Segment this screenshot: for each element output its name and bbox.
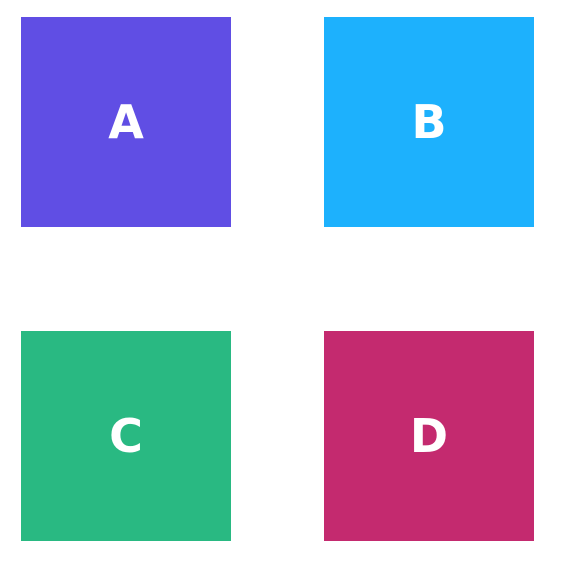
tile-c[interactable]: C: [21, 331, 231, 541]
tile-a-label: A: [108, 95, 144, 149]
tile-b-label: B: [411, 95, 447, 149]
tile-a[interactable]: A: [21, 17, 231, 227]
tile-c-label: C: [109, 409, 143, 463]
tile-b[interactable]: B: [324, 17, 534, 227]
tile-d-label: D: [409, 409, 449, 463]
tile-d[interactable]: D: [324, 331, 534, 541]
